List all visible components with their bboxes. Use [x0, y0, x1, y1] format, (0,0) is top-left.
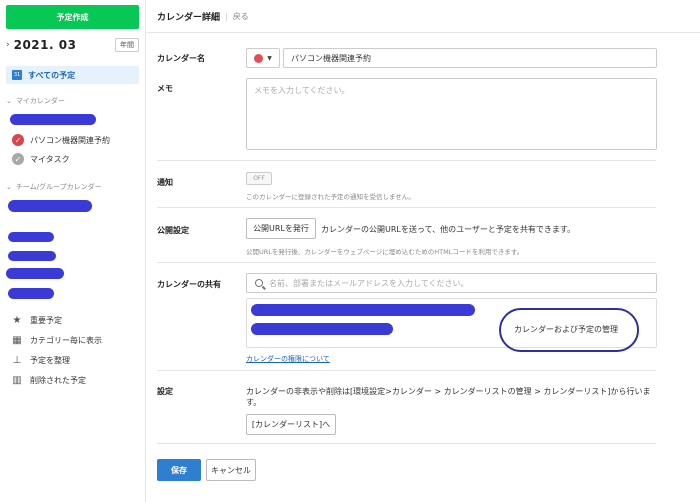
calendar-name-label: カレンダー名	[157, 54, 205, 63]
redacted-calendar-item	[8, 232, 54, 242]
calendar-name-input[interactable]: パソコン機器関連予約	[283, 48, 657, 68]
sidebar-item-by-category[interactable]: ▦ カテゴリー毎に表示	[12, 335, 102, 346]
section-title: チーム/グループカレンダー	[15, 183, 102, 191]
tool-label: 予定を整理	[30, 356, 70, 365]
save-button[interactable]: 保存	[157, 459, 201, 481]
public-hint: 公開URLを発行後、カレンダーをウェブページに埋め込むためのHTMLコードを利用…	[246, 248, 524, 256]
calendar-label: マイタスク	[30, 154, 70, 164]
redacted-calendar-item	[6, 268, 64, 279]
divider	[157, 443, 656, 444]
calendar-icon: 31	[12, 70, 22, 80]
sidebar-item-all-plans[interactable]: 31 すべての予定	[6, 66, 139, 84]
team-calendars-header[interactable]: ⌄ チーム/グループカレンダー	[6, 182, 102, 192]
main-panel: カレンダー詳細 | 戻る カレンダー名 ▼ パソコン機器関連予約 メモ メモを入…	[147, 0, 700, 502]
color-swatch	[254, 53, 264, 63]
sidebar-item-label: すべての予定	[28, 70, 76, 80]
redacted-calendar-item	[10, 114, 96, 125]
trash-icon: ▥	[12, 374, 22, 386]
share-search-input[interactable]: 名前、部署またはメールアドレスを入力してください。	[246, 273, 657, 293]
sidebar-item-organize[interactable]: ⊥ 予定を整理	[12, 355, 70, 366]
sidebar-item-calendar[interactable]: ✓ パソコン機器関連予約	[12, 134, 110, 146]
sidebar-item-deleted[interactable]: ▥ 削除された予定	[12, 375, 86, 386]
permission-select[interactable]: カレンダーおよび予定の管理	[514, 324, 618, 335]
issue-public-url-button[interactable]: 公開URLを発行	[246, 218, 316, 239]
search-placeholder: 名前、部署またはメールアドレスを入力してください。	[269, 278, 469, 288]
calendar-color-select[interactable]: ▼	[246, 48, 280, 68]
public-settings-label: 公開設定	[157, 226, 189, 235]
sidebar: 予定作成 › 2021. 03 年間 31 すべての予定 ⌄ マイカレンダー ✓…	[0, 0, 146, 502]
page-header: カレンダー詳細 | 戻る	[147, 0, 700, 33]
check-icon[interactable]: ✓	[12, 153, 24, 165]
divider	[157, 262, 656, 263]
divider	[157, 370, 656, 371]
calendar-list-button[interactable]: [カレンダーリスト]へ	[246, 414, 336, 435]
sidebar-item-important[interactable]: ★ 重要予定	[12, 315, 62, 326]
chevron-down-icon: ⌄	[6, 97, 12, 105]
settings-label: 設定	[157, 387, 173, 396]
settings-description: カレンダーの非表示や削除は[環境設定>カレンダー > カレンダーリストの管理 >…	[246, 387, 651, 407]
back-link[interactable]: 戻る	[233, 11, 249, 22]
memo-label: メモ	[157, 84, 173, 93]
redacted-calendar-item	[8, 200, 92, 212]
chevron-down-icon: ⌄	[6, 183, 12, 191]
tool-label: カテゴリー毎に表示	[30, 336, 102, 345]
broom-icon: ⊥	[12, 354, 22, 366]
month-navigator: › 2021. 03 年間	[6, 36, 139, 54]
share-label: カレンダーの共有	[157, 280, 221, 289]
page-title: カレンダー詳細	[157, 12, 221, 23]
chevron-right-icon[interactable]: ›	[6, 40, 10, 50]
divider	[157, 207, 656, 208]
my-calendars-header[interactable]: ⌄ マイカレンダー	[6, 96, 65, 106]
notify-label: 通知	[157, 178, 173, 187]
redacted-share-entry	[251, 304, 475, 316]
create-plan-button[interactable]: 予定作成	[6, 5, 139, 29]
sidebar-item-calendar[interactable]: ✓ マイタスク	[12, 153, 70, 165]
redacted-share-entry	[251, 323, 393, 335]
permission-info-link[interactable]: カレンダーの権限について	[246, 354, 330, 364]
year-view-button[interactable]: 年間	[115, 38, 139, 52]
grid-icon: ▦	[12, 334, 22, 346]
header-separator: |	[225, 11, 228, 21]
section-title: マイカレンダー	[15, 97, 65, 105]
caret-down-icon: ▼	[267, 54, 272, 62]
notify-toggle[interactable]: OFF	[246, 172, 272, 185]
notify-hint: このカレンダーに登録された予定の通知を受信しません。	[246, 193, 415, 201]
tool-label: 削除された予定	[30, 376, 86, 385]
redacted-calendar-item	[8, 288, 54, 299]
calendar-label: パソコン機器関連予約	[30, 135, 110, 145]
search-icon	[255, 279, 263, 287]
check-icon[interactable]: ✓	[12, 134, 24, 146]
redacted-calendar-item	[8, 251, 56, 261]
cancel-button[interactable]: キャンセル	[206, 459, 256, 481]
star-icon: ★	[12, 314, 22, 326]
current-month: 2021. 03	[13, 38, 77, 52]
tool-label: 重要予定	[30, 316, 62, 325]
public-description: カレンダーの公開URLを送って、他のユーザーと予定を共有できます。	[321, 225, 576, 234]
divider	[157, 160, 656, 161]
memo-textarea[interactable]: メモを入力してください。	[246, 78, 657, 150]
